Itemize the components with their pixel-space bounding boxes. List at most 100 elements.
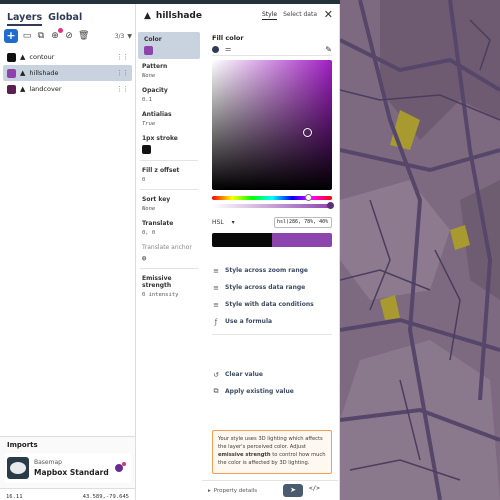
filter-icon[interactable]: ▼ bbox=[127, 33, 132, 40]
property-list: Color Pattern None Opacity 0.1 Antialias… bbox=[136, 32, 202, 500]
prop-label: Fill z offset bbox=[142, 167, 180, 174]
delete-icon[interactable]: 🗑 bbox=[78, 31, 89, 41]
fill-color-title: Fill color bbox=[212, 34, 244, 42]
current-color bbox=[272, 233, 332, 247]
cursor-icon[interactable]: ➤ bbox=[283, 484, 303, 497]
expression-mode-icon[interactable]: ⚌ bbox=[225, 46, 234, 53]
close-icon[interactable]: ✕ bbox=[324, 8, 333, 21]
tab-select-data[interactable]: Select data bbox=[283, 11, 317, 20]
apply-existing-icon: ⧉ bbox=[213, 387, 219, 395]
prop-label: Opacity bbox=[142, 87, 168, 94]
prop-translate-anchor[interactable]: Translate anchor ◍ bbox=[136, 240, 202, 266]
prop-color[interactable]: Color bbox=[138, 32, 200, 59]
tab-global[interactable]: Global bbox=[48, 12, 82, 26]
prop-stroke[interactable]: 1px stroke bbox=[136, 131, 202, 158]
prop-value: None bbox=[142, 73, 156, 79]
property-details-toggle[interactable]: ▸ Property details bbox=[208, 488, 257, 494]
hide-icon[interactable]: ⊘ bbox=[64, 31, 74, 41]
prop-fill-z-offset[interactable]: Fill z offset 0 bbox=[136, 163, 202, 187]
prop-sort-key[interactable]: Sort key None bbox=[136, 192, 202, 216]
color-swatch bbox=[144, 46, 153, 55]
emissive-strength-link[interactable]: emissive strength bbox=[218, 452, 271, 458]
prop-value: 0 intensity bbox=[142, 292, 179, 298]
notice-text-1: Your style uses 3D lighting which affect… bbox=[218, 436, 323, 451]
mountain-icon: ▲ bbox=[20, 85, 26, 93]
map-roads bbox=[340, 0, 500, 500]
formula-icon: ƒ bbox=[214, 317, 218, 326]
add-layer-button[interactable]: + bbox=[4, 29, 18, 43]
drag-handle-icon[interactable]: ⋮⋮ bbox=[116, 85, 129, 93]
layer-swatch bbox=[7, 52, 16, 62]
data-range-icon: ≡ bbox=[213, 283, 219, 292]
tab-style[interactable]: Style bbox=[261, 11, 278, 20]
style-data-conditions-action[interactable]: ≡ Style with data conditions bbox=[212, 296, 332, 313]
add-source-icon[interactable]: ⊕ bbox=[50, 28, 63, 41]
action-label: Style across data range bbox=[225, 284, 306, 291]
prop-emissive-strength[interactable]: Emissive strength 0 intensity bbox=[136, 271, 202, 302]
action-label: Apply existing value bbox=[225, 388, 294, 395]
apply-existing-value-action[interactable]: ⧉ Apply existing value bbox=[212, 383, 332, 400]
style-data-range-action[interactable]: ≡ Style across data range bbox=[212, 279, 332, 296]
action-label: Style across zoom range bbox=[225, 267, 308, 274]
import-options-icon[interactable] bbox=[115, 462, 126, 472]
clear-value-action[interactable]: ↺ Clear value bbox=[212, 366, 332, 383]
picker-handle[interactable] bbox=[303, 128, 312, 137]
data-conditions-icon: ≡ bbox=[213, 300, 219, 309]
prop-label: Color bbox=[144, 36, 162, 43]
basemap-thumbnail bbox=[7, 457, 29, 479]
mountain-icon: ▲ bbox=[20, 69, 26, 77]
tab-layers[interactable]: Layers bbox=[7, 12, 43, 26]
layer-name: landcover bbox=[29, 85, 62, 93]
saturation-picker[interactable] bbox=[212, 60, 332, 190]
alpha-slider-thumb[interactable] bbox=[327, 202, 335, 209]
properties-panel: ▲ hillshade Style Select data ✕ Color Pa… bbox=[136, 4, 340, 500]
chevron-down-icon: ▾ bbox=[231, 218, 235, 226]
divider bbox=[140, 160, 198, 161]
layer-row-contour[interactable]: ▲ contour ⋮⋮ bbox=[3, 49, 132, 65]
property-details-label: Property details bbox=[213, 487, 258, 494]
prop-label: Pattern bbox=[142, 63, 168, 70]
layer-row-landcover[interactable]: ▲ landcover ⋮⋮ bbox=[3, 81, 132, 97]
alpha-slider[interactable] bbox=[212, 202, 335, 209]
layers-panel: Layers Global + ▭ ⧉ ⊕ ⊘ 🗑 3/3 ▼ ▲ contou… bbox=[0, 4, 136, 500]
globe-icon: ◍ bbox=[142, 254, 147, 262]
prop-label: Translate bbox=[142, 220, 174, 227]
prop-pattern[interactable]: Pattern None bbox=[136, 59, 202, 83]
fill-color-editor: Fill color ⚌ ✎ HSL ▾ ≡ bbox=[206, 30, 336, 500]
folder-icon[interactable]: ▭ bbox=[22, 31, 32, 41]
mountain-icon: ▲ bbox=[20, 53, 26, 61]
style-zoom-range-action[interactable]: ≡ Style across zoom range bbox=[212, 262, 332, 279]
color-compare bbox=[212, 233, 332, 247]
import-subtitle: Basemap bbox=[34, 459, 62, 466]
prop-value: 0 bbox=[142, 177, 146, 183]
color-value-input[interactable] bbox=[274, 216, 332, 228]
prop-opacity[interactable]: Opacity 0.1 bbox=[136, 83, 202, 107]
zoom-range-icon: ≡ bbox=[213, 266, 219, 275]
layer-count-label: 3/3 bbox=[114, 32, 125, 40]
value-actions: ↺ Clear value ⧉ Apply existing value bbox=[212, 366, 332, 400]
prop-antialias[interactable]: Antialias True bbox=[136, 107, 202, 131]
solid-mode-icon[interactable] bbox=[212, 46, 219, 53]
eyedropper-icon[interactable]: ✎ bbox=[325, 45, 332, 54]
color-format-select[interactable]: HSL ▾ bbox=[212, 219, 235, 226]
code-icon[interactable]: </> bbox=[309, 485, 320, 492]
divider bbox=[140, 189, 198, 190]
props-footer: ▸ Property details ➤ </> bbox=[202, 480, 338, 500]
map-canvas[interactable] bbox=[340, 0, 500, 500]
prop-translate[interactable]: Translate 0, 0 bbox=[136, 216, 202, 240]
import-card[interactable]: Basemap Mapbox Standard bbox=[5, 453, 131, 483]
hue-slider-thumb[interactable] bbox=[304, 194, 312, 201]
layer-swatch bbox=[7, 84, 16, 94]
hue-slider[interactable] bbox=[212, 194, 332, 201]
drag-handle-icon[interactable]: ⋮⋮ bbox=[116, 69, 129, 77]
chevron-right-icon: ▸ bbox=[208, 487, 211, 494]
drag-handle-icon[interactable]: ⋮⋮ bbox=[116, 53, 129, 61]
layer-count: 3/3 ▼ bbox=[115, 33, 132, 40]
format-row: HSL ▾ bbox=[212, 216, 332, 228]
layer-row-hillshade[interactable]: ▲ hillshade ⋮⋮ bbox=[3, 65, 132, 81]
action-label: Use a formula bbox=[225, 318, 273, 325]
stroke-swatch bbox=[142, 145, 151, 154]
previous-color[interactable] bbox=[212, 233, 272, 247]
duplicate-icon[interactable]: ⧉ bbox=[36, 31, 46, 41]
use-formula-action[interactable]: ƒ Use a formula bbox=[212, 313, 332, 330]
